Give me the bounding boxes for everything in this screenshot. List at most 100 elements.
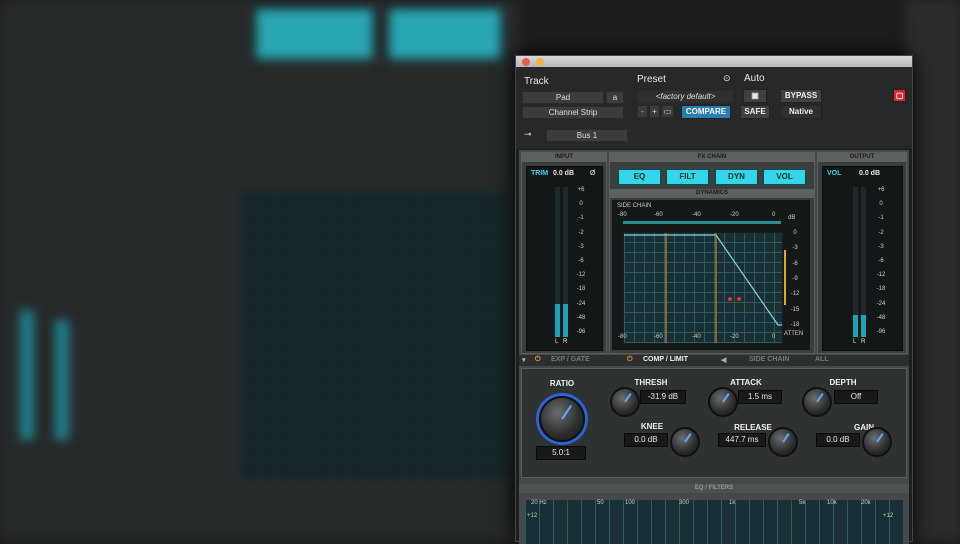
eq-freq-tick-3: 300 [679, 500, 690, 506]
dynamics-graph-panel: SIDE CHAIN -80 -60 -40 -20 0 dB 0 -3 -6 … [612, 200, 810, 350]
scale-tick: -2 [578, 229, 584, 236]
knee-value[interactable]: 0.0 dB [624, 433, 668, 447]
scale-tick: -18 [876, 286, 886, 293]
bottom-tick-2: -40 [692, 334, 701, 340]
knob-indicator [684, 433, 692, 443]
scale-tick: -18 [790, 322, 800, 328]
dynamics-graph[interactable] [623, 232, 783, 344]
eq-freq-tick-6: 10k [827, 500, 837, 506]
release-value[interactable]: 447.7 ms [718, 433, 766, 447]
bottom-tick-3: -20 [730, 334, 739, 340]
insert-name: Channel Strip [548, 108, 598, 117]
fx-vol-button[interactable]: VOL [763, 169, 806, 185]
scale-tick: -6 [792, 260, 798, 267]
input-meter-panel: TRIM 0.0 dB Ø +6 0 -1 -2 -3 -6 -12 -18 -24 -48 -96… [526, 166, 603, 351]
gain-knob[interactable] [862, 427, 892, 457]
input-left-label: L [555, 339, 559, 345]
ratio-knob[interactable] [539, 396, 585, 442]
tab-side-chain[interactable]: SIDE CHAIN [749, 356, 789, 363]
scale-tick: +6 [877, 187, 885, 193]
next-preset-button[interactable]: + [649, 105, 660, 118]
preset-selector[interactable]: <factory default> [637, 90, 734, 103]
knee-label: KNEE [640, 422, 664, 431]
ratio-value[interactable]: 5.0:1 [536, 446, 586, 460]
preset-menu-icon[interactable]: ⊙ [723, 73, 731, 84]
output-title: OUTPUT [818, 153, 906, 162]
fx-eq-button[interactable]: EQ [618, 169, 661, 185]
input-scale: +6 0 -1 -2 -3 -6 -12 -18 -24 -48 -96 [573, 187, 589, 337]
thresh-value[interactable]: -31.9 dB [640, 390, 686, 404]
minimize-button[interactable] [536, 58, 544, 66]
ratio-label: RATIO [549, 379, 575, 388]
attack-knob[interactable] [708, 387, 738, 417]
plugin-window: Track Pad a Channel Strip ⊸ Bus 1 Preset… [515, 55, 913, 544]
background-right-panel [905, 0, 960, 540]
prev-preset-label: - [641, 107, 644, 116]
vol-value[interactable]: 0.0 dB [859, 170, 880, 177]
top-tick-3: -20 [730, 212, 739, 218]
safe-button[interactable]: SAFE [740, 105, 770, 119]
automation-icon[interactable]: ▣ [743, 89, 767, 103]
transfer-curve [624, 233, 782, 343]
fx-dyn-button[interactable]: DYN [715, 169, 758, 185]
knob-pointer [684, 433, 692, 443]
eq-gain-tick-right: +12 [883, 513, 894, 519]
input-meter-left [555, 187, 560, 337]
tab-comp-limit[interactable]: COMP / LIMIT [643, 356, 688, 363]
scale-tick: -6 [878, 258, 884, 264]
collapse-arrow-icon[interactable]: ▾ [522, 356, 526, 364]
knob-pointer [722, 393, 730, 403]
background-meter [55, 320, 69, 440]
depth-knob[interactable] [802, 387, 832, 417]
track-name: Pad [555, 93, 571, 102]
attack-value[interactable]: 1.5 ms [738, 390, 782, 404]
insert-selector[interactable]: Channel Strip [522, 106, 624, 119]
phase-invert-button[interactable]: Ø [590, 170, 595, 177]
output-meter-panel: VOL 0.0 dB +6 0 -1 -2 -3 -6 -12 -18 -24 -48 -96 L … [822, 166, 903, 351]
sidechain-input-name: Bus 1 [576, 131, 598, 140]
compare-button[interactable]: COMPARE [681, 105, 731, 119]
background-graph [240, 190, 510, 480]
db-label: dB [788, 215, 796, 221]
eq-freq-tick-0: 20 Hz [531, 500, 547, 506]
scale-tick: -24 [876, 300, 886, 307]
tab-exp-gate[interactable]: EXP / GATE [551, 356, 590, 363]
channel-selector[interactable]: a [606, 91, 624, 104]
level-dot [728, 297, 732, 301]
scale-tick: +6 [577, 187, 585, 193]
background-filt-tab [388, 8, 502, 60]
comp-controls-panel: RATIO 5.0:1 THRESH -31.9 dB KNEE 0.0 dB … [521, 368, 907, 478]
thresh-knob[interactable] [610, 387, 640, 417]
prev-preset-button[interactable]: - [637, 105, 648, 118]
release-knob[interactable] [768, 427, 798, 457]
knob-pointer [782, 433, 790, 443]
sidechain-speaker-icon[interactable]: ◀ [721, 356, 726, 364]
clip-indicator-icon[interactable]: ▢ [893, 89, 906, 102]
trim-value[interactable]: 0.0 dB [553, 170, 574, 177]
copy-settings-icon[interactable]: ▭ [661, 105, 674, 118]
scale-tick: -3 [792, 245, 798, 252]
comp-limit-power-icon[interactable]: ⏻ [627, 356, 633, 364]
scale-tick: -1 [578, 215, 584, 222]
fx-filt-button[interactable]: FILT [666, 169, 709, 185]
key-icon: ⊸ [524, 129, 532, 139]
transfer-curve-line [624, 234, 782, 326]
exp-gate-power-icon[interactable]: ⏻ [535, 356, 541, 364]
close-button[interactable] [522, 58, 530, 66]
eq-filters-title: EQ / FILTERS [519, 484, 909, 493]
tab-all[interactable]: ALL [815, 356, 829, 363]
attack-label: ATTACK [730, 378, 762, 387]
bypass-button[interactable]: BYPASS [780, 89, 822, 103]
knee-knob[interactable] [670, 427, 700, 457]
track-selector[interactable]: Pad [522, 91, 604, 104]
output-meter-left [853, 187, 858, 337]
eq-graph[interactable]: 20 Hz 50 100 300 1k 5k 10k 20k +12 +12 [525, 500, 903, 544]
depth-value[interactable]: Off [834, 390, 878, 404]
gain-value[interactable]: 0.0 dB [816, 433, 860, 447]
eq-gain-tick-left: +12 [527, 513, 538, 519]
sidechain-input-selector[interactable]: Bus 1 [546, 129, 628, 142]
scale-tick: -18 [576, 286, 586, 293]
trim-label: TRIM [531, 170, 549, 177]
preset-label: Preset [637, 74, 666, 85]
dynamics-tab-row: ▾ ⏻ EXP / GATE ⏻ COMP / LIMIT ◀ SIDE CHA… [519, 355, 909, 366]
